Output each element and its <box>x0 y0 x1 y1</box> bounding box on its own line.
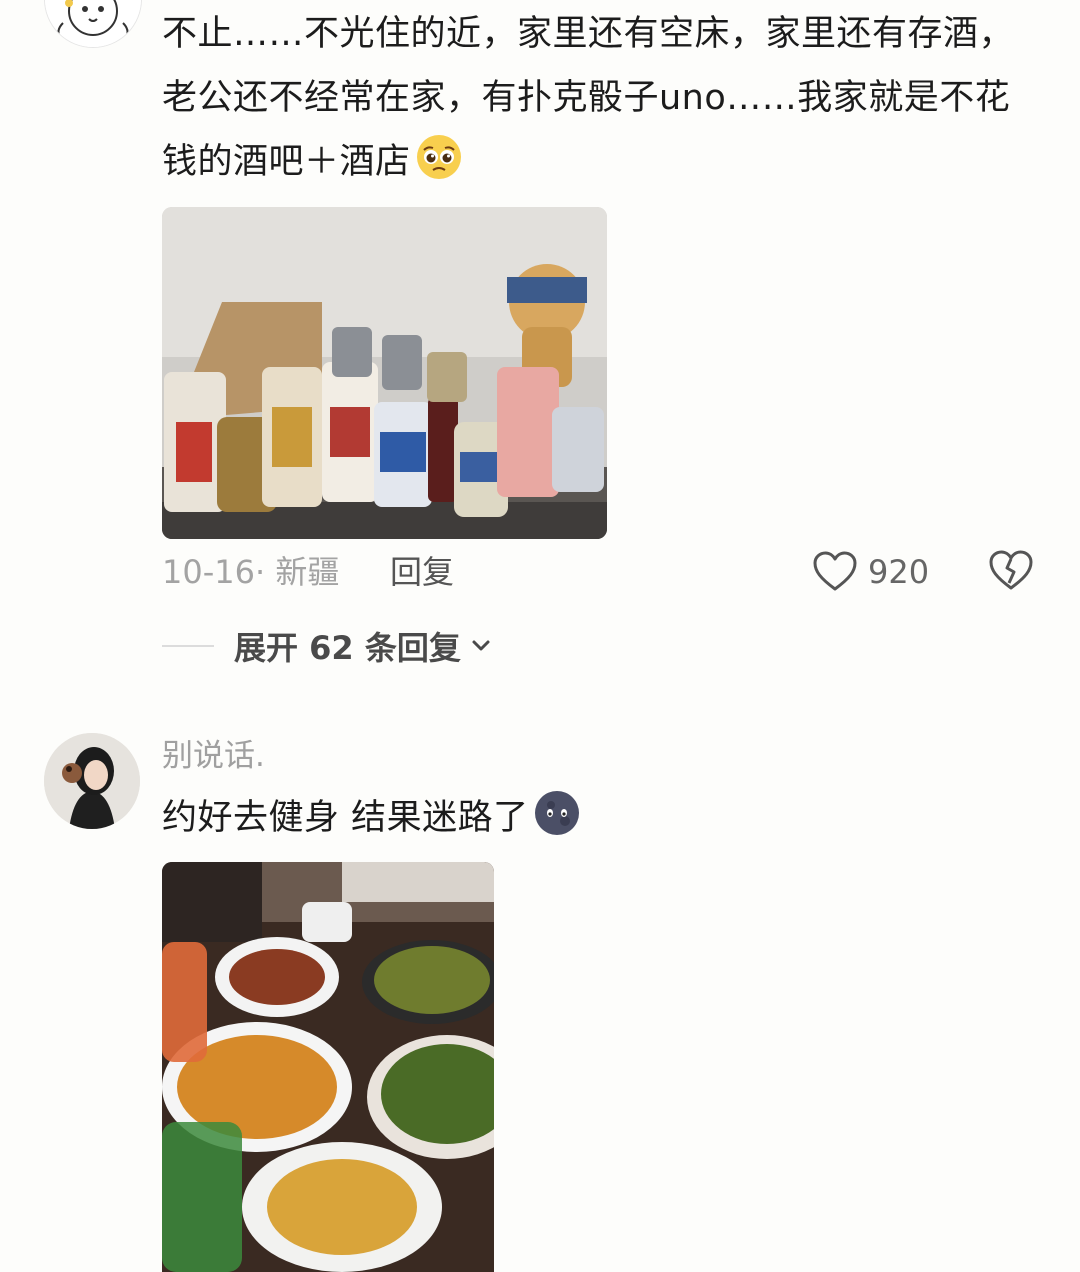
expand-replies-label: 展开 62 条回复 <box>234 629 461 667</box>
commenter-avatar[interactable] <box>44 733 140 829</box>
broken-heart-icon[interactable] <box>988 550 1034 592</box>
comment-body: 不止……不光住的近，家里还有空床，家里还有存酒，老公还不经常在家，有扑克骰子un… <box>162 14 1015 182</box>
girl-avatar-icon <box>44 733 140 829</box>
divider-line <box>162 645 214 647</box>
commenter-username[interactable]: 别说话. <box>162 733 265 779</box>
comment-body: 约好去健身 结果迷路了 <box>162 798 529 838</box>
like-button[interactable]: 920 <box>812 548 929 596</box>
drink-cans-photo[interactable] <box>162 207 607 539</box>
pleading-face-emoji-icon <box>415 133 463 181</box>
commenter-avatar[interactable] <box>44 0 142 48</box>
like-count: 920 <box>868 553 930 591</box>
expand-replies-button[interactable]: 展开 62 条回复 <box>162 620 493 672</box>
comment-text: 不止……不光住的近，家里还有空床，家里还有存酒，老公还不经常在家，有扑克骰子un… <box>162 2 1042 194</box>
chevron-down-icon <box>472 640 490 651</box>
cartoon-avatar-icon <box>45 0 141 47</box>
dinner-table-photo[interactable] <box>162 862 494 1272</box>
comment-text: 约好去健身 结果迷路了 <box>162 786 1042 850</box>
new-moon-face-emoji-icon <box>533 789 581 837</box>
heart-icon <box>813 551 857 591</box>
reply-button[interactable]: 回复 <box>390 548 454 596</box>
comment-date-location: 10-16· 新疆 <box>162 553 340 591</box>
